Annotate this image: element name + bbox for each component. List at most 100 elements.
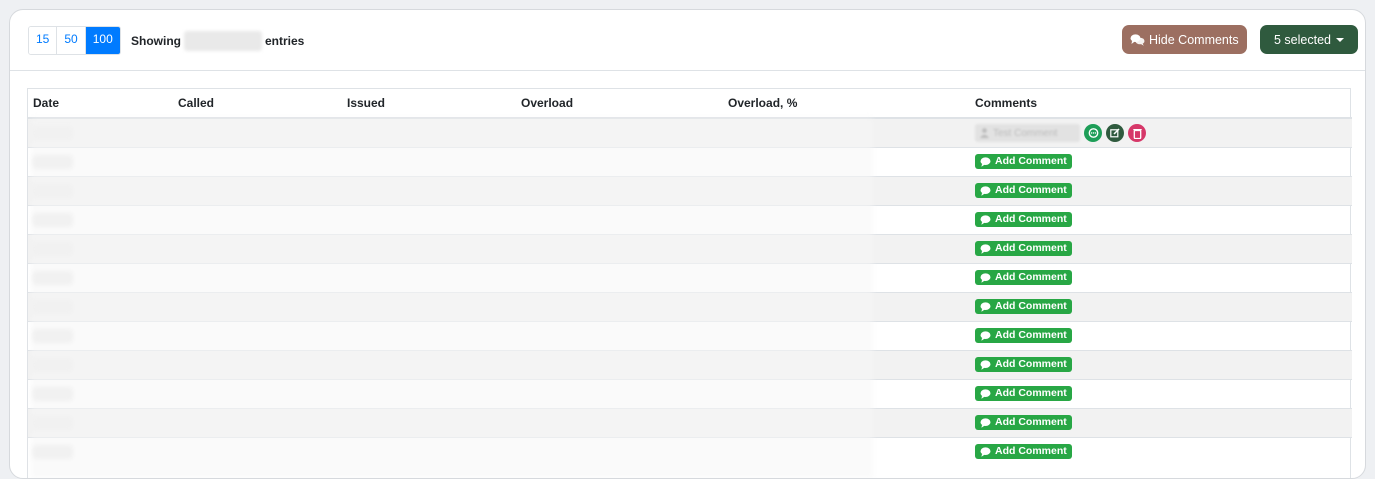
add-comment-label: Add Comment — [995, 445, 1067, 458]
column-header-overload-percent[interactable]: Overload, % — [723, 89, 970, 119]
date-cell — [28, 437, 173, 466]
add-comment-button[interactable]: Add Comment — [975, 154, 1072, 170]
overload-percent-cell — [723, 350, 970, 380]
table-row: Add Comment — [28, 437, 1352, 466]
add-comment-button[interactable]: Add Comment — [975, 183, 1072, 199]
chevron-down-icon — [1335, 37, 1344, 42]
comments-cell: Add Comment — [970, 147, 1352, 177]
called-cell — [173, 176, 342, 206]
comment-icon — [980, 447, 991, 457]
existing-comment-text: Test Comment — [993, 127, 1058, 139]
overload-percent-cell — [723, 437, 970, 466]
reply-comment-icon[interactable] — [1084, 124, 1102, 142]
comments-cell: Add Comment — [970, 408, 1352, 438]
overload-cell — [516, 176, 723, 206]
card-header: 15 50 100 Showing entries Hide Comments … — [10, 10, 1365, 71]
overload-percent-cell — [723, 205, 970, 235]
column-header-comments[interactable]: Comments — [970, 89, 1352, 119]
page-size-100[interactable]: 100 — [85, 27, 120, 54]
date-cell — [28, 205, 173, 235]
add-comment-label: Add Comment — [995, 155, 1067, 168]
called-cell — [173, 205, 342, 235]
add-comment-button[interactable]: Add Comment — [975, 444, 1072, 460]
columns-selected-dropdown[interactable]: 5 selected — [1260, 25, 1358, 54]
issued-cell — [342, 379, 516, 409]
overload-percent-cell — [723, 176, 970, 206]
called-cell — [173, 379, 342, 409]
issued-cell — [342, 117, 516, 148]
called-cell — [173, 321, 342, 351]
column-header-issued[interactable]: Issued — [342, 89, 516, 119]
delete-comment-icon[interactable] — [1128, 124, 1146, 142]
comment-icon — [980, 331, 991, 341]
overload-percent-cell — [723, 379, 970, 409]
showing-range-redacted — [184, 31, 262, 51]
table-row: Add Comment — [28, 263, 1352, 293]
column-header-called[interactable]: Called — [173, 89, 342, 119]
issued-cell — [342, 437, 516, 466]
add-comment-button[interactable]: Add Comment — [975, 386, 1072, 402]
comment-icon — [980, 186, 991, 196]
page-size-15[interactable]: 15 — [29, 27, 58, 54]
comments-cell: Add Comment — [970, 292, 1352, 322]
showing-prefix: Showing — [131, 33, 181, 48]
overload-cell — [516, 234, 723, 264]
add-comment-button[interactable]: Add Comment — [975, 212, 1072, 228]
called-cell — [173, 234, 342, 264]
showing-suffix: entries — [265, 33, 305, 48]
comment-icon — [980, 302, 991, 312]
called-cell — [173, 350, 342, 380]
overload-percent-cell — [723, 147, 970, 177]
comments-cell: Add Comment — [970, 350, 1352, 380]
add-comment-label: Add Comment — [995, 387, 1067, 400]
add-comment-label: Add Comment — [995, 184, 1067, 197]
issued-cell — [342, 234, 516, 264]
add-comment-button[interactable]: Add Comment — [975, 357, 1072, 373]
selected-label: 5 selected — [1274, 32, 1331, 47]
hide-comments-button[interactable]: Hide Comments — [1122, 25, 1247, 54]
overload-cell — [516, 350, 723, 380]
page-size-50[interactable]: 50 — [57, 27, 86, 54]
comment-icon — [980, 273, 991, 283]
column-header-overload[interactable]: Overload — [516, 89, 723, 119]
column-header-date[interactable]: Date — [28, 89, 173, 119]
overload-percent-cell — [723, 408, 970, 438]
date-cell — [28, 234, 173, 264]
date-cell — [28, 292, 173, 322]
add-comment-label: Add Comment — [995, 329, 1067, 342]
table-row: Add Comment — [28, 234, 1352, 264]
edit-comment-icon[interactable] — [1106, 124, 1124, 142]
comments-cell: Add Comment — [970, 263, 1352, 293]
existing-comment: Test Comment — [975, 124, 1080, 142]
comment-icon — [980, 157, 991, 167]
overload-cell — [516, 408, 723, 438]
overload-cell — [516, 379, 723, 409]
add-comment-button[interactable]: Add Comment — [975, 241, 1072, 257]
called-cell — [173, 437, 342, 466]
date-cell — [28, 117, 173, 148]
table-row: Test Comment — [28, 117, 1352, 148]
comment-icon — [980, 389, 991, 399]
comments-icon — [1130, 33, 1145, 46]
overload-cell — [516, 437, 723, 466]
comments-cell: Test Comment — [970, 117, 1352, 148]
issued-cell — [342, 263, 516, 293]
overload-cell — [516, 321, 723, 351]
add-comment-button[interactable]: Add Comment — [975, 299, 1072, 315]
overload-percent-cell — [723, 117, 970, 148]
date-cell — [28, 408, 173, 438]
issued-cell — [342, 321, 516, 351]
called-cell — [173, 263, 342, 293]
overload-percent-cell — [723, 292, 970, 322]
add-comment-label: Add Comment — [995, 213, 1067, 226]
table-row: Add Comment — [28, 379, 1352, 409]
add-comment-button[interactable]: Add Comment — [975, 270, 1072, 286]
date-cell — [28, 350, 173, 380]
table-header-row: Date Called Issued Overload Overload, % … — [28, 89, 1352, 119]
add-comment-label: Add Comment — [995, 300, 1067, 313]
add-comment-button[interactable]: Add Comment — [975, 328, 1072, 344]
overload-percent-cell — [723, 263, 970, 293]
add-comment-button[interactable]: Add Comment — [975, 415, 1072, 431]
table-row: Add Comment — [28, 176, 1352, 206]
entries-card: 15 50 100 Showing entries Hide Comments … — [9, 9, 1366, 479]
